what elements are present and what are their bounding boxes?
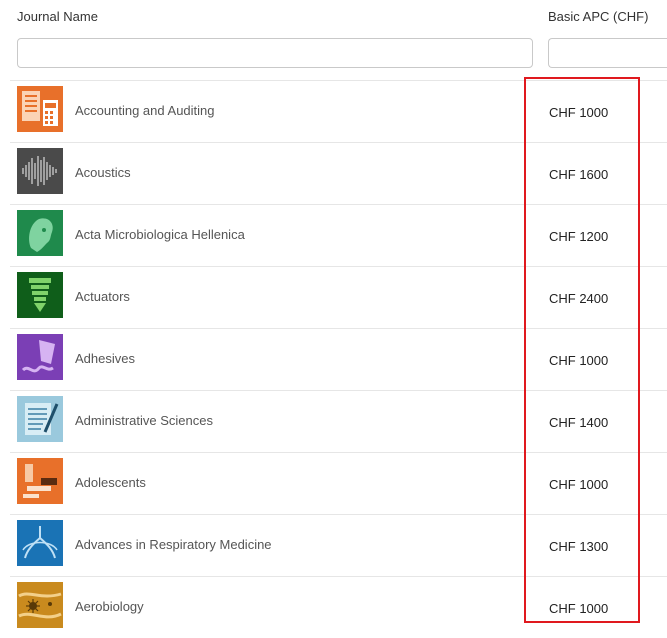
journal-name-link[interactable]: Adhesives	[75, 351, 135, 366]
apc-value: CHF 1000	[549, 353, 609, 368]
table-row[interactable]: Acta Microbiologica Hellenica CHF 1200	[10, 204, 667, 266]
actuators-cover-icon[interactable]	[17, 272, 63, 318]
journal-name-link[interactable]: Accounting and Auditing	[75, 103, 215, 118]
journal-name-column-header[interactable]: Journal Name	[17, 9, 98, 24]
respiratory-medicine-cover-icon[interactable]	[17, 520, 63, 566]
apc-value: CHF 1600	[549, 167, 609, 182]
journal-name-filter-input[interactable]	[17, 38, 533, 68]
journal-name-link[interactable]: Actuators	[75, 289, 130, 304]
journal-name-link[interactable]: Adolescents	[75, 475, 146, 490]
apc-value: CHF 1200	[549, 229, 609, 244]
journal-name-link[interactable]: Acta Microbiologica Hellenica	[75, 227, 245, 242]
table-row[interactable]: Adhesives CHF 1000	[10, 328, 667, 390]
table-row[interactable]: Actuators CHF 2400	[10, 266, 667, 328]
journal-name-link[interactable]: Advances in Respiratory Medicine	[75, 537, 272, 552]
apc-column-header[interactable]: Basic APC (CHF)	[548, 9, 648, 24]
table-row[interactable]: Aerobiology CHF 1000	[10, 576, 667, 638]
journal-name-link[interactable]: Acoustics	[75, 165, 131, 180]
journal-table: Accounting and Auditing CHF 1000 Acousti…	[10, 80, 667, 638]
adolescents-cover-icon[interactable]	[17, 458, 63, 504]
administrative-sciences-cover-icon[interactable]	[17, 396, 63, 442]
journal-name-link[interactable]: Administrative Sciences	[75, 413, 213, 428]
accounting-cover-icon[interactable]	[17, 86, 63, 132]
aerobiology-cover-icon[interactable]	[17, 582, 63, 628]
apc-filter-input[interactable]	[548, 38, 667, 68]
table-row[interactable]: Accounting and Auditing CHF 1000	[10, 80, 667, 142]
adhesives-cover-icon[interactable]	[17, 334, 63, 380]
table-row[interactable]: Administrative Sciences CHF 1400	[10, 390, 667, 452]
apc-value: CHF 1000	[549, 601, 609, 616]
apc-value: CHF 1000	[549, 105, 609, 120]
apc-value: CHF 2400	[549, 291, 609, 306]
apc-value: CHF 1300	[549, 539, 609, 554]
apc-value: CHF 1400	[549, 415, 609, 430]
journal-name-link[interactable]: Aerobiology	[75, 599, 144, 614]
table-row[interactable]: Adolescents CHF 1000	[10, 452, 667, 514]
apc-value: CHF 1000	[549, 477, 609, 492]
table-row[interactable]: Advances in Respiratory Medicine CHF 130…	[10, 514, 667, 576]
table-row[interactable]: Acoustics CHF 1600	[10, 142, 667, 204]
acta-microbiologica-cover-icon[interactable]	[17, 210, 63, 256]
acoustics-cover-icon[interactable]	[17, 148, 63, 194]
